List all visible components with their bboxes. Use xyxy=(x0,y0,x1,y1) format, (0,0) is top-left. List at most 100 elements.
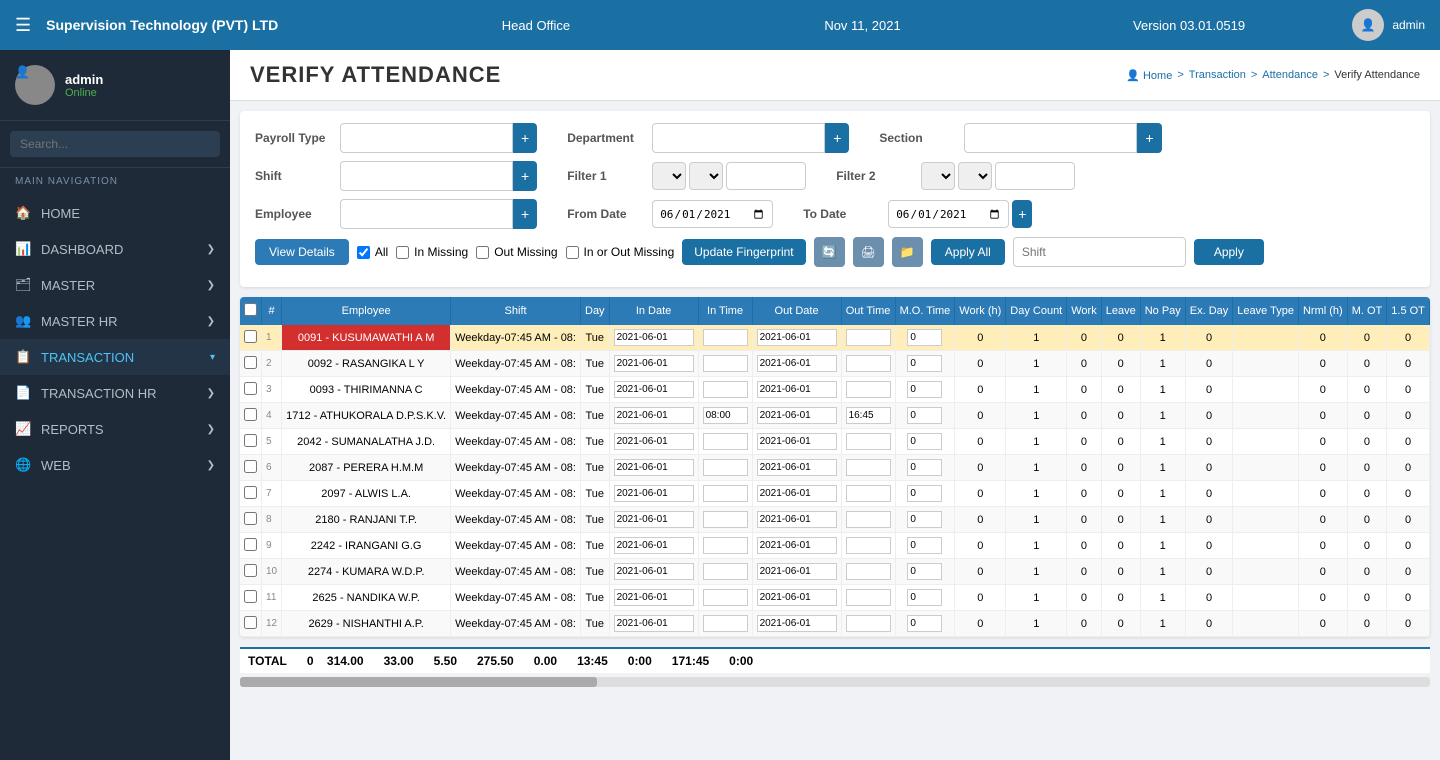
breadcrumb-home[interactable]: 👤 Home xyxy=(1126,69,1172,82)
in-date-input[interactable] xyxy=(614,485,694,502)
in-time-input[interactable] xyxy=(703,459,748,476)
in-time-input[interactable] xyxy=(703,537,748,554)
in-date-input[interactable] xyxy=(614,329,694,346)
row-checkbox-cell[interactable] xyxy=(240,507,262,533)
section-input[interactable] xyxy=(964,123,1137,153)
in-date-input[interactable] xyxy=(614,615,694,632)
sidebar-item-master[interactable]: 🗂 MASTER ❯ xyxy=(0,267,230,303)
filter2-select2[interactable] xyxy=(958,162,992,190)
row-checkbox-cell[interactable] xyxy=(240,533,262,559)
department-input[interactable] xyxy=(652,123,825,153)
all-checkbox[interactable] xyxy=(357,246,370,259)
out-date-input[interactable] xyxy=(757,407,837,424)
row-checkbox-cell[interactable] xyxy=(240,377,262,403)
employee-input[interactable] xyxy=(340,199,513,229)
mo-time-input[interactable] xyxy=(907,511,942,528)
in-time-input[interactable] xyxy=(703,511,748,528)
out-time-input[interactable] xyxy=(846,511,891,528)
col-select-all[interactable] xyxy=(240,297,262,325)
in-or-out-checkbox[interactable] xyxy=(566,246,579,259)
mo-time-input[interactable] xyxy=(907,537,942,554)
out-missing-checkbox[interactable] xyxy=(476,246,489,259)
in-time-input[interactable] xyxy=(703,407,748,424)
apply-button[interactable]: Apply xyxy=(1194,239,1264,265)
in-date-input[interactable] xyxy=(614,459,694,476)
in-time-input[interactable] xyxy=(703,485,748,502)
out-date-input[interactable] xyxy=(757,589,837,606)
horizontal-scrollbar[interactable] xyxy=(240,677,1430,687)
to-date-input[interactable] xyxy=(888,200,1009,228)
row-checkbox-cell[interactable] xyxy=(240,351,262,377)
mo-time-input[interactable] xyxy=(907,407,942,424)
sidebar-item-transaction-hr[interactable]: 📄 TRANSACTION HR ❯ xyxy=(0,375,230,411)
filter1-select2[interactable] xyxy=(689,162,723,190)
row-checkbox[interactable] xyxy=(244,486,257,499)
print-button[interactable]: 🖨 xyxy=(853,237,884,267)
sidebar-item-dashboard[interactable]: 📊 DASHBOARD ❯ xyxy=(0,231,230,267)
apply-all-button[interactable]: Apply All xyxy=(931,239,1005,265)
in-missing-checkbox[interactable] xyxy=(396,246,409,259)
out-date-input[interactable] xyxy=(757,355,837,372)
section-add-button[interactable]: + xyxy=(1137,123,1161,153)
in-date-input[interactable] xyxy=(614,381,694,398)
mo-time-input[interactable] xyxy=(907,589,942,606)
out-date-input[interactable] xyxy=(757,329,837,346)
in-date-input[interactable] xyxy=(614,433,694,450)
row-checkbox[interactable] xyxy=(244,590,257,603)
mo-time-input[interactable] xyxy=(907,563,942,580)
in-date-input[interactable] xyxy=(614,563,694,580)
out-date-input[interactable] xyxy=(757,459,837,476)
out-time-input[interactable] xyxy=(846,459,891,476)
select-all-checkbox[interactable] xyxy=(244,303,257,316)
breadcrumb-transaction[interactable]: Transaction xyxy=(1189,69,1246,81)
mo-time-input[interactable] xyxy=(907,433,942,450)
department-add-button[interactable]: + xyxy=(825,123,849,153)
sidebar-item-web[interactable]: 🌐 WEB ❯ xyxy=(0,447,230,483)
in-time-input[interactable] xyxy=(703,589,748,606)
out-time-input[interactable] xyxy=(846,381,891,398)
in-time-input[interactable] xyxy=(703,615,748,632)
filter2-select1[interactable] xyxy=(921,162,955,190)
shift-input[interactable] xyxy=(340,161,513,191)
payroll-type-input[interactable] xyxy=(340,123,513,153)
out-date-input[interactable] xyxy=(757,537,837,554)
out-date-input[interactable] xyxy=(757,381,837,398)
out-time-input[interactable] xyxy=(846,589,891,606)
in-date-input[interactable] xyxy=(614,355,694,372)
row-checkbox[interactable] xyxy=(244,564,257,577)
row-checkbox[interactable] xyxy=(244,512,257,525)
row-checkbox-cell[interactable] xyxy=(240,585,262,611)
row-checkbox-cell[interactable] xyxy=(240,611,262,637)
out-time-input[interactable] xyxy=(846,355,891,372)
in-date-input[interactable] xyxy=(614,407,694,424)
row-checkbox-cell[interactable] xyxy=(240,481,262,507)
shift-add-button[interactable]: + xyxy=(513,161,537,191)
row-checkbox-cell[interactable] xyxy=(240,559,262,585)
row-checkbox-cell[interactable] xyxy=(240,455,262,481)
mo-time-input[interactable] xyxy=(907,355,942,372)
out-time-input[interactable] xyxy=(846,537,891,554)
filter2-text-input[interactable] xyxy=(995,162,1075,190)
out-date-input[interactable] xyxy=(757,485,837,502)
out-date-input[interactable] xyxy=(757,433,837,450)
filter1-select1[interactable] xyxy=(652,162,686,190)
row-checkbox[interactable] xyxy=(244,616,257,629)
menu-toggle[interactable]: ☰ xyxy=(15,15,31,36)
filter1-text-input[interactable] xyxy=(726,162,806,190)
export-button[interactable]: 📁 xyxy=(892,237,923,267)
out-date-input[interactable] xyxy=(757,615,837,632)
sidebar-item-transaction[interactable]: 📋 TRANSACTION ▾ xyxy=(0,339,230,375)
from-date-input[interactable] xyxy=(652,200,773,228)
out-time-input[interactable] xyxy=(846,485,891,502)
in-date-input[interactable] xyxy=(614,511,694,528)
row-checkbox[interactable] xyxy=(244,356,257,369)
mo-time-input[interactable] xyxy=(907,485,942,502)
mo-time-input[interactable] xyxy=(907,615,942,632)
in-date-input[interactable] xyxy=(614,537,694,554)
row-checkbox[interactable] xyxy=(244,434,257,447)
sidebar-item-home[interactable]: 🏠 HOME xyxy=(0,195,230,231)
to-date-add-button[interactable]: + xyxy=(1012,200,1032,228)
in-time-input[interactable] xyxy=(703,329,748,346)
row-checkbox[interactable] xyxy=(244,330,257,343)
in-time-input[interactable] xyxy=(703,355,748,372)
